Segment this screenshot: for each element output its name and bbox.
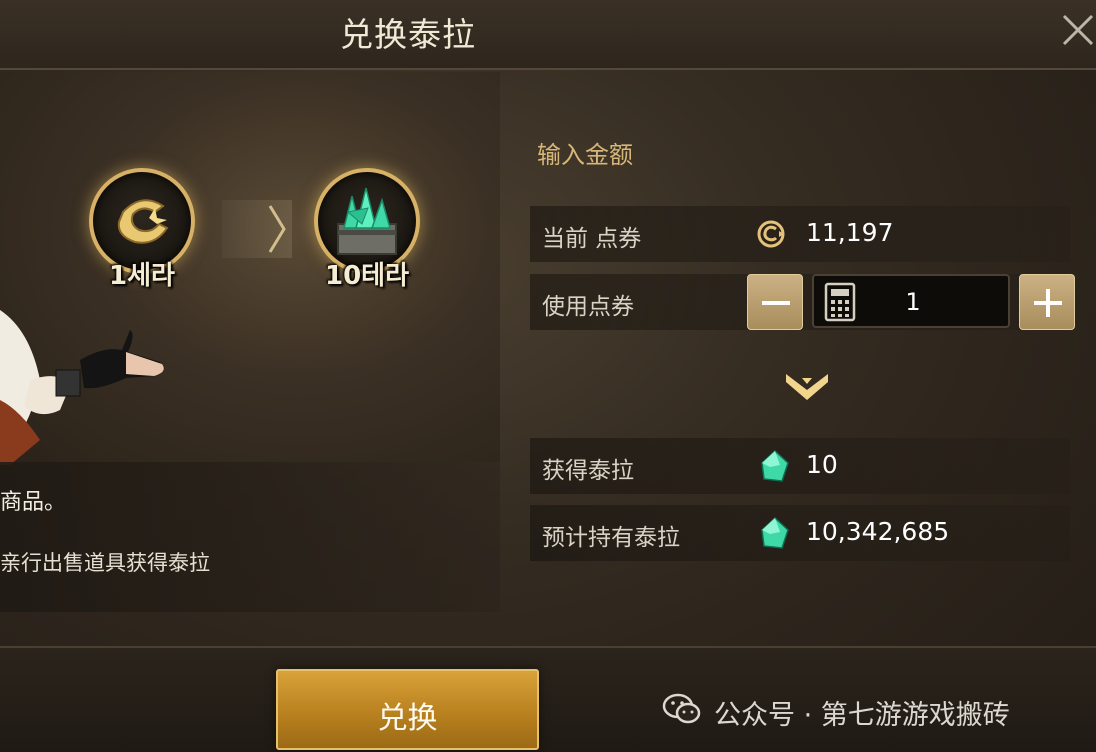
quantity-input[interactable]: 1 (812, 274, 1010, 328)
close-button[interactable] (1056, 6, 1096, 52)
increment-button[interactable] (1019, 274, 1075, 330)
current-points-value: 11,197 (806, 218, 894, 247)
wechat-icon (662, 693, 701, 724)
obtain-tera-row: 获得泰拉 10 (530, 438, 1070, 494)
use-points-label: 使用点券 (542, 294, 634, 320)
info-text-line-2: 亲行出售道具获得泰拉 (0, 551, 210, 575)
exchange-tera-dialog: 兑换泰拉 1세라 10테라 商品。 亲行出售道具获得泰拉 输入金额 当前 点券 … (0, 0, 1096, 752)
expected-tera-row: 预计持有泰拉 10,342,685 (530, 505, 1070, 561)
quantity-value: 1 (905, 288, 921, 316)
expected-tera-label: 预计持有泰拉 (542, 525, 680, 551)
tera-label: 10테라 (324, 261, 410, 291)
current-points-row: 当前 点券 11,197 (530, 206, 1070, 262)
decrement-button[interactable] (747, 274, 803, 330)
chevron-right-icon (268, 205, 286, 253)
obtain-tera-label: 获得泰拉 (542, 458, 634, 484)
sera-label: 1세라 (109, 261, 175, 291)
expected-tera-value: 10,342,685 (806, 517, 950, 546)
dialog-title: 兑换泰拉 (340, 15, 476, 54)
info-text-panel (0, 462, 500, 612)
close-icon (1062, 14, 1094, 46)
watermark-text: 公众号 · 第七游游戏搬砖 (714, 700, 1010, 731)
exchange-button[interactable]: 兑换 (276, 669, 539, 750)
current-points-label: 当前 点券 (542, 226, 642, 252)
green-gem-icon (761, 449, 789, 482)
dialog-header: 兑换泰拉 (0, 0, 1096, 70)
gold-coin-icon (757, 220, 785, 248)
character-illustration (0, 290, 175, 465)
green-gem-icon (761, 516, 789, 549)
obtain-tera-value: 10 (806, 450, 838, 479)
chevron-down-icon (786, 374, 828, 400)
minus-icon (762, 301, 790, 305)
plus-icon (1034, 289, 1062, 317)
info-text-line-1: 商品。 (0, 490, 67, 515)
section-title: 输入金额 (537, 141, 633, 169)
conversion-arrow (222, 200, 292, 258)
character-hand-image (0, 310, 165, 465)
exchange-button-label: 兑换 (377, 701, 438, 736)
